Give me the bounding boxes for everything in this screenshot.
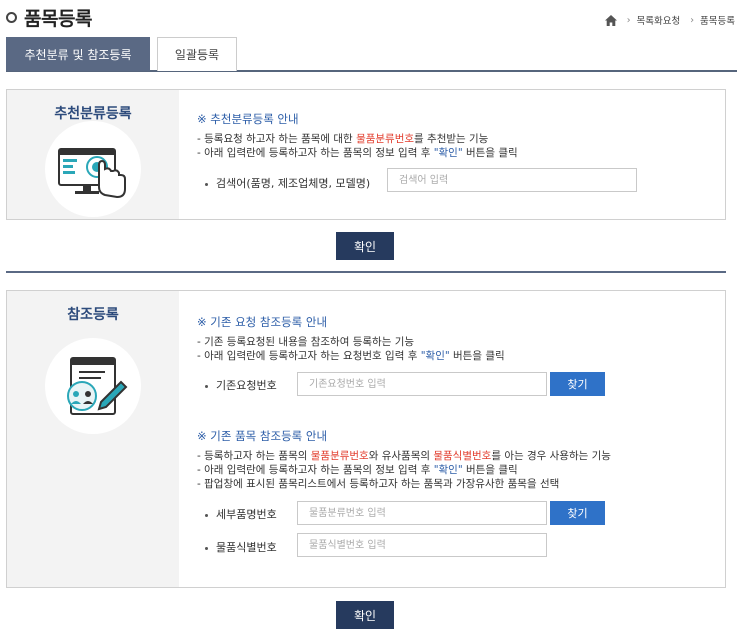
desc-text: 버튼을 클릭 bbox=[449, 350, 505, 362]
desc-text: 와 유사품목의 bbox=[368, 450, 434, 462]
request-number-label-text: 기존요청번호 bbox=[216, 379, 277, 392]
reference-icon-circle bbox=[45, 338, 141, 434]
home-icon[interactable] bbox=[604, 14, 617, 26]
recommend-desc-2: - 아래 입력란에 등록하고자 하는 품목의 정보 입력 후 "확인" 버튼을 … bbox=[197, 146, 518, 160]
desc-highlight: "확인" bbox=[433, 464, 463, 476]
desc-text: - 아래 입력란에 등록하고자 하는 품목의 정보 입력 후 bbox=[197, 464, 434, 476]
breadcrumb-item[interactable]: 목록화요청 bbox=[637, 13, 681, 27]
desc-highlight: 물품분류번호 bbox=[310, 450, 369, 462]
detail-item-number-label: 세부품명번호 bbox=[205, 506, 277, 522]
item-id-number-label: 물품식별번호 bbox=[205, 539, 277, 555]
reference-left-panel: 참조등록 bbox=[7, 291, 179, 587]
request-number-find-button[interactable]: 찾기 bbox=[550, 372, 605, 396]
existing-item-desc-1: - 등록하고자 하는 품목의 물품분류번호와 유사품목의 물품식별번호를 아는 … bbox=[197, 449, 611, 463]
tab-bulk-registration[interactable]: 일괄등록 bbox=[157, 37, 237, 71]
desc-text: - 등록하고자 하는 품목의 bbox=[197, 450, 311, 462]
existing-request-desc-2: - 아래 입력란에 등록하고자 하는 요청번호 입력 후 "확인" 버튼을 클릭 bbox=[197, 349, 505, 363]
existing-item-desc-3: - 팝업창에 표시된 품목리스트에서 등록하고자 하는 품목과 가장유사한 품목… bbox=[197, 478, 560, 490]
detail-item-number-label-text: 세부품명번호 bbox=[216, 508, 277, 521]
document-pen-icon bbox=[67, 357, 128, 415]
section-divider bbox=[6, 271, 726, 273]
recommend-icon-circle bbox=[45, 121, 141, 217]
search-input[interactable] bbox=[387, 168, 637, 192]
tab-bar: 추천분류 및 참조등록 일괄등록 bbox=[6, 37, 737, 72]
page-title: 품목등록 bbox=[6, 4, 92, 31]
breadcrumb: › 목록화요청 › 품목등록 bbox=[604, 13, 735, 27]
item-id-number-label-text: 물품식별번호 bbox=[216, 541, 277, 554]
desc-text: - 아래 입력란에 등록하고자 하는 품목의 정보 입력 후 bbox=[197, 147, 434, 159]
page-title-text: 품목등록 bbox=[24, 8, 92, 30]
tab-recommend-reference[interactable]: 추천분류 및 참조등록 bbox=[6, 37, 150, 71]
desc-text: 를 아는 경우 사용하는 기능 bbox=[491, 450, 611, 462]
recommend-section-title: 추천분류등록 bbox=[54, 106, 132, 122]
breadcrumb-item-current: 품목등록 bbox=[700, 16, 735, 27]
item-id-number-input[interactable] bbox=[297, 533, 547, 557]
recommend-left-panel: 추천분류등록 bbox=[7, 90, 179, 219]
desc-highlight: "확인" bbox=[433, 147, 463, 159]
recommend-notice-title: ※ 추천분류등록 안내 bbox=[197, 112, 299, 126]
chevron-right-icon: › bbox=[690, 14, 695, 26]
detail-item-find-button[interactable]: 찾기 bbox=[550, 501, 605, 525]
request-number-label: 기존요청번호 bbox=[205, 377, 277, 393]
recommend-desc-1: - 등록요청 하고자 하는 품목에 대한 물품분류번호를 추천받는 기능 bbox=[197, 132, 488, 146]
desc-highlight: 물품식별번호 bbox=[433, 450, 492, 462]
recommend-section: 추천분류등록 ※ 추천분류등록 안내 - 등록요청 하고자 하는 품목에 대한 … bbox=[6, 89, 726, 220]
desc-text: 를 추천받는 기능 bbox=[414, 133, 489, 145]
touch-monitor-icon bbox=[58, 148, 126, 199]
search-label-text: 검색어(품명, 제조업체명, 모델명) bbox=[216, 177, 371, 190]
desc-highlight: 물품분류번호 bbox=[356, 133, 415, 145]
reference-section-title: 참조등록 bbox=[67, 307, 119, 323]
existing-item-notice-title: ※ 기존 품목 참조등록 안내 bbox=[197, 429, 328, 443]
request-number-input[interactable] bbox=[297, 372, 547, 396]
desc-text: 버튼을 클릭 bbox=[462, 147, 518, 159]
bullet-dot-icon bbox=[205, 546, 208, 550]
existing-request-desc-1: - 기존 등록요청된 내용을 참조하여 등록하는 기능 bbox=[197, 336, 415, 348]
reference-confirm-button[interactable]: 확인 bbox=[336, 601, 394, 629]
recommend-confirm-button[interactable]: 확인 bbox=[336, 232, 394, 260]
search-field-label: 검색어(품명, 제조업체명, 모델명) bbox=[205, 175, 370, 191]
detail-item-number-input[interactable] bbox=[297, 501, 547, 525]
desc-highlight: "확인" bbox=[420, 350, 450, 362]
desc-text: 버튼을 클릭 bbox=[462, 464, 518, 476]
desc-text: - 아래 입력란에 등록하고자 하는 요청번호 입력 후 bbox=[197, 350, 421, 362]
reference-section: 참조등록 ※ 기존 요청 참조등록 안내 - 기존 등록요청된 내용을 참조하여… bbox=[6, 290, 726, 588]
bullet-dot-icon bbox=[205, 384, 208, 388]
existing-request-notice-title: ※ 기존 요청 참조등록 안내 bbox=[197, 315, 328, 329]
desc-text: - 등록요청 하고자 하는 품목에 대한 bbox=[197, 133, 357, 145]
chevron-right-icon: › bbox=[626, 14, 631, 26]
bullet-dot-icon bbox=[205, 182, 208, 186]
title-bullet-icon bbox=[6, 12, 17, 23]
bullet-dot-icon bbox=[205, 513, 208, 517]
existing-item-desc-2: - 아래 입력란에 등록하고자 하는 품목의 정보 입력 후 "확인" 버튼을 … bbox=[197, 463, 518, 477]
